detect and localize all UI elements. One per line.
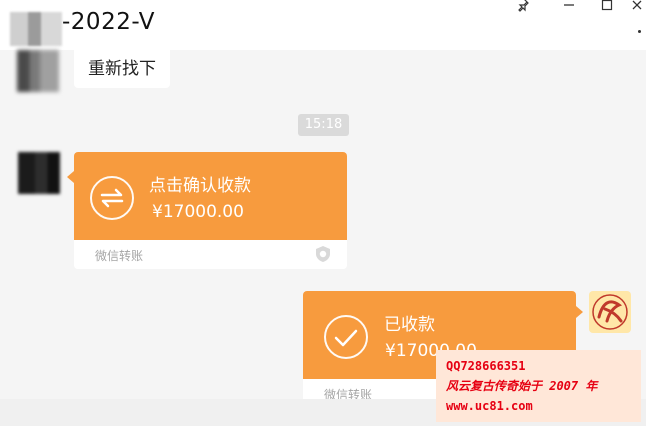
pin-icon[interactable] xyxy=(515,0,533,16)
contact-avatar[interactable] xyxy=(17,50,59,92)
close-icon[interactable] xyxy=(628,0,646,16)
maximize-icon[interactable] xyxy=(598,0,616,16)
bubble-tail xyxy=(576,306,583,318)
shield-icon xyxy=(314,245,332,263)
minimize-icon[interactable] xyxy=(560,0,578,16)
chat-window: -2022-V 重新找下 15:18 点击确认收款 ¥17000.00 微信转账… xyxy=(0,0,646,426)
contact-avatar[interactable] xyxy=(18,152,60,194)
self-avatar[interactable] xyxy=(589,291,631,333)
watermark-line: QQ728666351 xyxy=(446,359,526,373)
transfer-title: 点击确认收款 xyxy=(149,176,251,196)
transfer-title: 已收款 xyxy=(384,315,435,335)
message-text: 重新找下 xyxy=(88,59,156,79)
contact-avatar-blurred xyxy=(10,12,62,46)
watermark-line: 风云复古传奇始于 2007 年 xyxy=(446,379,598,393)
transfer-amount: ¥17000.00 xyxy=(152,202,244,222)
transfer-card-header: 点击确认收款 ¥17000.00 xyxy=(74,152,347,240)
chat-title: -2022-V xyxy=(62,9,156,35)
message-bubble[interactable]: 重新找下 xyxy=(74,50,170,88)
timestamp: 15:18 xyxy=(298,114,349,136)
transfer-card-incoming[interactable]: 点击确认收款 ¥17000.00 微信转账 xyxy=(74,152,347,269)
transfer-arrows-icon xyxy=(90,176,134,220)
title-bar: -2022-V xyxy=(0,0,646,50)
more-options-icon[interactable] xyxy=(638,30,641,33)
transfer-card-footer: 微信转账 xyxy=(74,240,347,269)
watermark: QQ728666351 风云复古传奇始于 2007 年 www.uc81.com xyxy=(436,350,641,422)
transfer-footer-label: 微信转账 xyxy=(95,249,144,263)
watermark-line: www.uc81.com xyxy=(446,399,533,413)
bubble-tail xyxy=(67,171,74,183)
checkmark-icon xyxy=(324,315,368,359)
